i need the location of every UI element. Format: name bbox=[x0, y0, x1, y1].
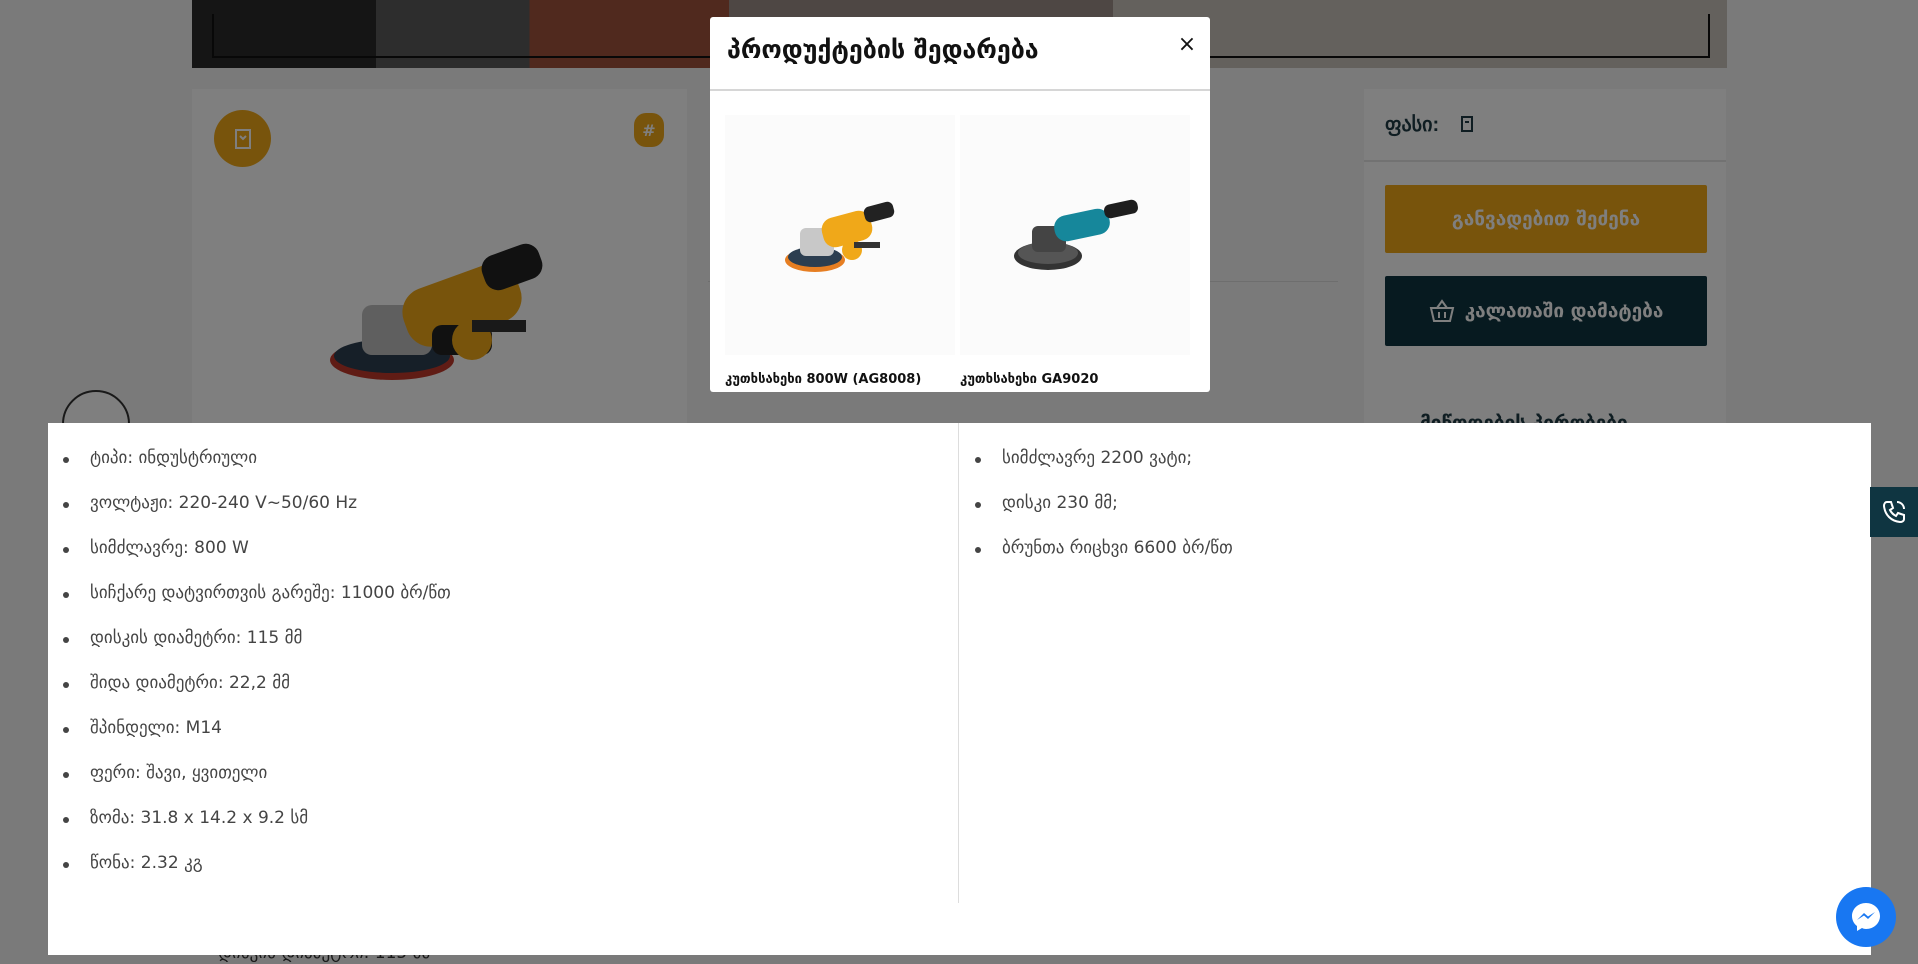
compare-product-1[interactable]: კუთხსახეხი 800W (AG8008) bbox=[725, 115, 955, 387]
spec-item: შიდა დიამეტრი: 22,2 მმ bbox=[48, 673, 958, 718]
yellow-grinder-image bbox=[785, 201, 895, 272]
spec-list-right: სიმძლავრე 2200 ვატი; დისკი 230 მმ; ბრუნთა … bbox=[960, 423, 1871, 583]
modal-header: პროდუქტების შედარება × bbox=[710, 17, 1210, 91]
product-thumbnail[interactable] bbox=[960, 115, 1190, 355]
compare-modal: პროდუქტების შედარება × კუთხსახეხი 800W (… bbox=[710, 17, 1210, 392]
close-icon[interactable]: × bbox=[1174, 30, 1200, 58]
messenger-icon bbox=[1852, 903, 1880, 931]
spec-item: ზომა: 31.8 x 14.2 x 9.2 სმ bbox=[48, 808, 958, 853]
spec-item: ბრუნთა რიცხვი 6600 ბრ/წთ bbox=[960, 538, 1871, 583]
spec-item: დისკის დიამეტრი: 115 მმ bbox=[48, 628, 958, 673]
messenger-button[interactable] bbox=[1836, 887, 1896, 947]
spec-item: ფერი: შავი, ყვითელი bbox=[48, 763, 958, 808]
spec-item: სიმძლავრე: 800 W bbox=[48, 538, 958, 583]
spec-comparison-table: ტიპი: ინდუსტრიული ვოლტაჟი: 220-240 V~50/6… bbox=[48, 423, 1871, 955]
spec-item: შპინდელი: M14 bbox=[48, 718, 958, 763]
product-name[interactable]: კუთხსახეხი GA9020 bbox=[960, 372, 1190, 387]
spec-item: წონა: 2.32 კგ bbox=[48, 853, 958, 898]
spec-column-right: სიმძლავრე 2200 ვატი; დისკი 230 მმ; ბრუნთა … bbox=[960, 423, 1871, 903]
spec-item: ტიპი: ინდუსტრიული bbox=[48, 448, 958, 493]
teal-grinder-image bbox=[1014, 199, 1138, 270]
product-name[interactable]: კუთხსახეხი 800W (AG8008) bbox=[725, 372, 955, 387]
phone-button[interactable] bbox=[1870, 487, 1918, 537]
spec-list-left: ტიპი: ინდუსტრიული ვოლტაჟი: 220-240 V~50/6… bbox=[48, 423, 958, 898]
spec-item: სიმძლავრე 2200 ვატი; bbox=[960, 448, 1871, 493]
product-thumbnail[interactable] bbox=[725, 115, 955, 355]
modal-title: პროდუქტების შედარება bbox=[727, 35, 1039, 64]
spec-item: ვოლტაჟი: 220-240 V~50/60 Hz bbox=[48, 493, 958, 538]
compare-product-2[interactable]: კუთხსახეხი GA9020 bbox=[960, 115, 1190, 387]
spec-item: დისკი 230 მმ; bbox=[960, 493, 1871, 538]
phone-icon bbox=[1882, 501, 1905, 524]
spec-item: სიჩქარე დატვირთვის გარეშე: 11000 ბრ/წთ bbox=[48, 583, 958, 628]
spec-column-left: ტიპი: ინდუსტრიული ვოლტაჟი: 220-240 V~50/6… bbox=[48, 423, 959, 903]
